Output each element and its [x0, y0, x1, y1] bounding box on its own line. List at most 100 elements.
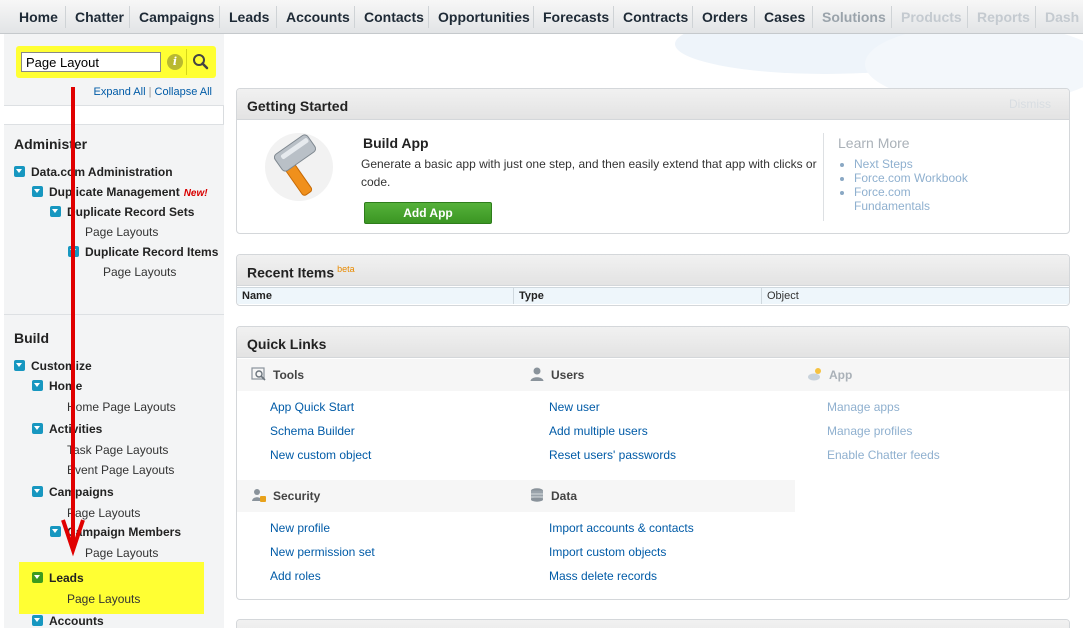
administer-heading: Administer — [14, 136, 88, 152]
tree-home-page-layouts[interactable]: Home Page Layouts — [67, 400, 176, 414]
link-schema-builder[interactable]: Schema Builder — [270, 424, 355, 438]
tab-separator — [65, 6, 66, 28]
tree-leads-page-layouts[interactable]: Page Layouts — [67, 592, 140, 606]
expand-toggle-icon[interactable] — [68, 246, 79, 257]
expand-toggle-icon[interactable] — [14, 166, 25, 177]
tree-activities[interactable]: Activities — [32, 422, 102, 436]
tab-solutions[interactable]: Solutions — [822, 9, 886, 25]
expand-toggle-icon[interactable] — [32, 380, 43, 391]
link-add-multiple-users[interactable]: Add multiple users — [549, 424, 648, 438]
column-header-object[interactable]: Object — [762, 287, 1069, 304]
beta-badge: beta — [337, 264, 355, 274]
tab-leads[interactable]: Leads — [229, 9, 269, 25]
tree-event-page-layouts[interactable]: Event Page Layouts — [67, 463, 174, 477]
recent-items-header: Recent Items beta — [237, 255, 1069, 286]
tree-campaign-members[interactable]: Campaign Members — [50, 525, 181, 539]
tab-separator — [754, 6, 755, 28]
column-header-type[interactable]: Type — [514, 287, 762, 304]
tab-opportunities[interactable]: Opportunities — [438, 9, 530, 25]
column-header-name[interactable]: Name — [237, 287, 514, 304]
tree-customize[interactable]: Customize — [14, 359, 92, 373]
quick-find-panel: i Expand All | Collapse All — [4, 34, 224, 106]
tab-contacts[interactable]: Contacts — [364, 9, 424, 25]
expand-toggle-icon[interactable] — [32, 423, 43, 434]
quick-find-highlight: i — [16, 46, 216, 78]
quick-links-title: Quick Links — [247, 336, 327, 352]
expand-toggle-icon[interactable] — [32, 615, 43, 626]
section-divider — [4, 314, 224, 315]
link-manage-profiles[interactable]: Manage profiles — [827, 424, 912, 438]
link-reset-passwords[interactable]: Reset users' passwords — [549, 448, 676, 462]
tab-dashboards[interactable]: Dash — [1045, 9, 1079, 25]
expand-toggle-icon[interactable] — [50, 526, 61, 537]
app-cloud-icon — [808, 368, 821, 381]
tree-dup-items-page-layouts[interactable]: Page Layouts — [103, 265, 176, 279]
quick-find-input[interactable] — [21, 52, 161, 72]
tab-reports[interactable]: Reports — [977, 9, 1030, 25]
quick-links-band — [237, 480, 795, 512]
learn-more-item[interactable]: Force.com Workbook — [854, 171, 968, 185]
tab-separator — [613, 6, 614, 28]
tree-duplicate-record-items[interactable]: Duplicate Record Items — [68, 245, 218, 259]
tree-task-page-layouts[interactable]: Task Page Layouts — [67, 443, 168, 457]
tab-campaigns[interactable]: Campaigns — [139, 9, 214, 25]
tab-accounts[interactable]: Accounts — [286, 9, 350, 25]
expand-toggle-icon[interactable] — [14, 360, 25, 371]
getting-started-title: Getting Started — [247, 98, 349, 114]
tab-forecasts[interactable]: Forecasts — [543, 9, 609, 25]
link-import-custom-objects[interactable]: Import custom objects — [549, 545, 666, 559]
info-icon[interactable]: i — [167, 54, 183, 70]
tree-duplicate-management[interactable]: Duplicate Management New! — [32, 185, 208, 199]
tab-home[interactable]: Home — [19, 9, 58, 25]
link-mass-delete-records[interactable]: Mass delete records — [549, 569, 657, 583]
tab-cases[interactable]: Cases — [764, 9, 805, 25]
expand-toggle-icon[interactable] — [32, 486, 43, 497]
recent-items-panel: Recent Items beta Name Type Object — [236, 254, 1070, 306]
link-app-quick-start[interactable]: App Quick Start — [270, 400, 354, 414]
add-app-button[interactable]: Add App — [364, 202, 492, 224]
link-new-profile[interactable]: New profile — [270, 521, 330, 535]
link-import-accounts-contacts[interactable]: Import accounts & contacts — [549, 521, 694, 535]
link-new-user[interactable]: New user — [549, 400, 600, 414]
tree-duplicate-record-sets[interactable]: Duplicate Record Sets — [50, 205, 194, 219]
tab-products[interactable]: Products — [901, 9, 962, 25]
collapse-all-link[interactable]: Collapse All — [155, 86, 212, 98]
tree-datacom-admin[interactable]: Data.com Administration — [14, 165, 173, 179]
link-new-permission-set[interactable]: New permission set — [270, 545, 375, 559]
tree-dup-sets-page-layouts[interactable]: Page Layouts — [85, 225, 158, 239]
quick-links-panel: Quick Links Tools Users App App Quick St… — [236, 326, 1070, 600]
expand-toggle-icon[interactable] — [32, 572, 43, 583]
tree-accounts[interactable]: Accounts — [32, 614, 104, 628]
new-badge: New! — [183, 188, 208, 199]
link-enable-chatter-feeds[interactable]: Enable Chatter feeds — [827, 448, 940, 462]
data-heading: Data — [529, 487, 577, 503]
learn-more-title: Learn More — [838, 135, 910, 151]
tab-contracts[interactable]: Contracts — [623, 9, 688, 25]
tree-campaigns-page-layouts[interactable]: Page Layouts — [67, 506, 140, 520]
expand-all-link[interactable]: Expand All — [94, 86, 146, 98]
getting-started-panel: Getting Started Dismiss Build App Genera… — [236, 88, 1070, 234]
build-app-title: Build App — [363, 135, 429, 151]
tree-campaigns[interactable]: Campaigns — [32, 485, 114, 499]
dismiss-link[interactable]: Dismiss — [1009, 97, 1051, 111]
search-icon — [193, 54, 209, 70]
tree-leads[interactable]: Leads — [32, 571, 84, 585]
tab-separator — [276, 6, 277, 28]
link-new-custom-object[interactable]: New custom object — [270, 448, 371, 462]
link-add-roles[interactable]: Add roles — [270, 569, 321, 583]
tab-orders[interactable]: Orders — [702, 9, 748, 25]
link-manage-apps[interactable]: Manage apps — [827, 400, 900, 414]
search-button[interactable] — [186, 49, 213, 75]
tab-chatter[interactable]: Chatter — [75, 9, 124, 25]
tab-separator — [354, 6, 355, 28]
tab-separator — [967, 6, 968, 28]
expand-toggle-icon[interactable] — [32, 186, 43, 197]
learn-more-section: Learn More Next Steps Force.com Workbook… — [823, 133, 1063, 221]
tree-campaign-members-page-layouts[interactable]: Page Layouts — [85, 546, 158, 560]
expand-toggle-icon[interactable] — [50, 206, 61, 217]
top-nav-bar: Home Chatter Campaigns Leads Accounts Co… — [0, 0, 1083, 34]
learn-more-item[interactable]: Next Steps — [854, 157, 968, 171]
tab-separator — [692, 6, 693, 28]
learn-more-item[interactable]: Force.comFundamentals — [854, 185, 968, 213]
tree-home[interactable]: Home — [32, 379, 82, 393]
